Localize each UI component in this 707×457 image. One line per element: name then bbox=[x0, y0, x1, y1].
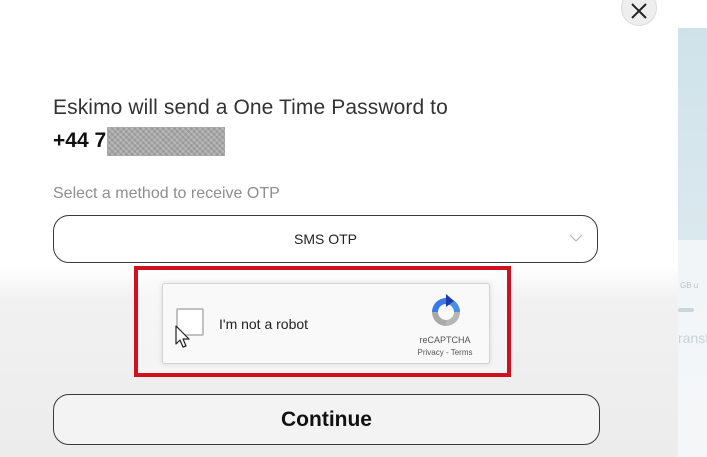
recaptcha-brand: reCAPTCHA bbox=[419, 335, 471, 345]
continue-button[interactable]: Continue bbox=[53, 394, 600, 445]
recaptcha-link-separator: - bbox=[443, 348, 451, 357]
recaptcha-terms-link[interactable]: Terms bbox=[451, 348, 473, 357]
close-button[interactable] bbox=[621, 0, 657, 26]
background-link-fragment: ransf bbox=[678, 330, 707, 346]
chevron-down-icon bbox=[569, 234, 583, 242]
method-label: Select a method to receive OTP bbox=[53, 185, 280, 202]
recaptcha-widget: I'm not a robot reCAPTCHA Privacy - Term… bbox=[162, 283, 490, 364]
background-page: GB u ransf bbox=[678, 0, 707, 457]
phone-number-redacted bbox=[107, 126, 226, 156]
mouse-pointer-icon bbox=[175, 325, 190, 348]
recaptcha-logo-icon bbox=[432, 294, 460, 326]
background-text-fragment: GB u bbox=[680, 281, 699, 290]
close-icon bbox=[631, 3, 647, 19]
background-bar bbox=[678, 308, 694, 312]
recaptcha-label: I'm not a robot bbox=[219, 316, 309, 332]
phone-number: +44 7 bbox=[53, 126, 226, 156]
otp-info-text: Eskimo will send a One Time Password to bbox=[53, 96, 448, 119]
otp-method-value: SMS OTP bbox=[293, 231, 357, 247]
otp-modal: Eskimo will send a One Time Password to … bbox=[0, 0, 678, 457]
otp-method-select[interactable]: SMS OTP bbox=[53, 215, 598, 263]
continue-button-label: Continue bbox=[281, 407, 372, 431]
phone-number-prefix: +44 7 bbox=[53, 129, 107, 152]
recaptcha-links: Privacy - Terms bbox=[405, 348, 485, 357]
recaptcha-privacy-link[interactable]: Privacy bbox=[418, 348, 444, 357]
